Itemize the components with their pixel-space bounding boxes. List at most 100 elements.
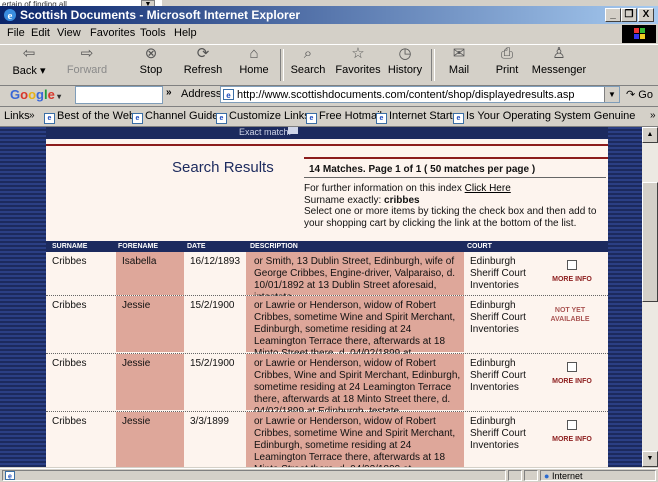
google-search-input[interactable] bbox=[75, 86, 163, 104]
vertical-scrollbar[interactable]: ▲ ▼ bbox=[642, 127, 658, 467]
back-button[interactable]: ⇦ Back ▾ bbox=[6, 45, 52, 78]
matches-summary: 14 Matches. Page 1 of 1 ( 50 matches per… bbox=[309, 164, 536, 175]
page-icon: e bbox=[44, 113, 55, 124]
link-customize-links[interactable]: e Customize Links bbox=[216, 110, 310, 124]
cell-surname: Cribbes bbox=[52, 358, 87, 369]
exact-match-checkbox[interactable] bbox=[288, 127, 298, 134]
google-more-chevron[interactable]: » bbox=[166, 87, 172, 98]
home-button[interactable]: ⌂ Home bbox=[231, 45, 277, 77]
minimize-button[interactable]: _ bbox=[605, 8, 621, 22]
select-checkbox[interactable] bbox=[567, 362, 577, 372]
menu-help[interactable]: Help bbox=[174, 27, 197, 39]
instructions: Select one or more items by ticking the … bbox=[304, 206, 597, 229]
link-os-genuine[interactable]: e Is Your Operating System Genuine bbox=[453, 110, 635, 124]
menu-tools[interactable]: Tools bbox=[140, 27, 166, 39]
page-icon: e bbox=[5, 471, 15, 480]
links-label: Links bbox=[4, 110, 30, 122]
messenger-button[interactable]: ♙ Messenger bbox=[530, 46, 588, 77]
back-arrow-icon: ⇦ bbox=[22, 45, 36, 62]
favorites-button[interactable]: ☆ Favorites bbox=[333, 46, 383, 77]
table-row: Cribbes Jessie 3/3/1899 or Lawrie or Hen… bbox=[46, 412, 608, 467]
select-checkbox[interactable] bbox=[567, 420, 577, 430]
status-text-pane: e bbox=[2, 470, 506, 481]
right-stripe-decoration bbox=[608, 127, 642, 467]
toolbar-separator bbox=[431, 49, 435, 81]
print-icon: ⎙ bbox=[500, 45, 513, 62]
menu-favorites[interactable]: Favorites bbox=[90, 27, 135, 39]
page-title: Search Results bbox=[172, 159, 274, 176]
link-best-of-web[interactable]: e Best of the Web bbox=[44, 110, 135, 124]
page-viewport: Exact match: Search Results 14 Matches. … bbox=[0, 127, 658, 467]
scroll-down-icon[interactable]: ▼ bbox=[642, 451, 658, 467]
page-icon: e bbox=[132, 113, 143, 124]
menu-file[interactable]: File bbox=[7, 27, 25, 39]
links-chevron[interactable]: » bbox=[29, 110, 35, 121]
table-row: Cribbes Isabella 16/12/1893 or Smith, 13… bbox=[46, 252, 608, 303]
search-icon: ⌕ bbox=[303, 45, 313, 62]
go-button[interactable]: ↷ Go bbox=[626, 88, 653, 101]
google-logo[interactable]: Google ▾ bbox=[10, 87, 61, 102]
column-date: DATE bbox=[187, 243, 206, 250]
mail-button[interactable]: ✉ Mail bbox=[436, 46, 482, 77]
cell-description: or Lawrie or Henderson, widow of Robert … bbox=[246, 296, 464, 371]
page-icon: e bbox=[453, 113, 464, 124]
not-yet-available-label: NOT YET AVAILABLE bbox=[550, 307, 590, 323]
cell-surname: Cribbes bbox=[52, 416, 87, 427]
svg-text:e: e bbox=[8, 474, 12, 481]
more-info-link[interactable]: MORE INFO bbox=[552, 276, 592, 283]
select-checkbox[interactable] bbox=[567, 260, 577, 270]
cell-date: 16/12/1893 bbox=[190, 256, 241, 267]
click-here-link[interactable]: Click Here bbox=[465, 183, 511, 194]
refresh-icon: ⟳ bbox=[196, 45, 210, 62]
column-forename: FORENAME bbox=[118, 243, 159, 250]
stop-button[interactable]: ⊗ Stop bbox=[128, 45, 174, 77]
surname-value: cribbes bbox=[384, 194, 420, 206]
page-icon: e bbox=[216, 113, 227, 124]
history-button[interactable]: ◷ History bbox=[382, 46, 428, 77]
forward-button[interactable]: ⇨ Forward bbox=[64, 46, 110, 77]
menu-edit[interactable]: Edit bbox=[31, 27, 50, 39]
links-more-chevron[interactable]: » bbox=[650, 110, 656, 121]
divider bbox=[46, 144, 608, 146]
link-internet-start[interactable]: e Internet Start bbox=[376, 110, 453, 124]
home-icon: ⌂ bbox=[249, 45, 259, 62]
link-free-hotmail[interactable]: e Free Hotmail bbox=[306, 110, 382, 124]
refresh-button[interactable]: ⟳ Refresh bbox=[180, 45, 226, 77]
windows-logo-icon bbox=[622, 25, 656, 43]
scroll-thumb[interactable] bbox=[642, 182, 658, 302]
cell-forename: Jessie bbox=[116, 354, 184, 410]
links-bar: Links » e Best of the Web e Channel Guide … bbox=[0, 106, 658, 127]
cell-forename: Jessie bbox=[116, 296, 184, 352]
menu-view[interactable]: View bbox=[57, 27, 81, 39]
stop-icon: ⊗ bbox=[144, 45, 158, 62]
page-icon: e bbox=[376, 113, 387, 124]
menu-bar: File Edit View Favorites Tools Help bbox=[0, 25, 658, 43]
svg-text:e: e bbox=[8, 10, 13, 22]
cell-forename: Jessie bbox=[116, 412, 184, 467]
cell-date: 15/2/1900 bbox=[190, 358, 235, 369]
scroll-up-icon[interactable]: ▲ bbox=[642, 127, 658, 143]
print-button[interactable]: ⎙ Print bbox=[484, 45, 530, 77]
cell-description: or Smith, 13 Dublin Street, Edinburgh, w… bbox=[246, 252, 464, 303]
search-button[interactable]: ⌕ Search bbox=[285, 45, 331, 77]
zone-indicator: ● Internet bbox=[544, 471, 583, 481]
top-search-strip: Exact match: bbox=[46, 127, 608, 139]
restore-button[interactable]: ❐ bbox=[621, 8, 637, 22]
divider bbox=[304, 157, 608, 159]
address-bar[interactable]: e http://www.scottishdocuments.com/conte… bbox=[220, 86, 620, 103]
cell-date: 15/2/1900 bbox=[190, 300, 235, 311]
cell-surname: Cribbes bbox=[52, 256, 87, 267]
cell-action: MORE INFO bbox=[532, 252, 608, 295]
cell-description: or Lawrie or Henderson, widow of Robert … bbox=[246, 354, 464, 417]
address-dropdown-icon[interactable]: ▼ bbox=[604, 87, 619, 102]
more-info-link[interactable]: MORE INFO bbox=[552, 378, 592, 385]
browser-window: e Scottish Documents - Microsoft Interne… bbox=[0, 6, 658, 482]
more-info-link[interactable]: MORE INFO bbox=[552, 436, 592, 443]
cell-court: Edinburgh Sheriff Court Inventories bbox=[470, 416, 526, 451]
go-arrow-icon: ↷ bbox=[626, 89, 636, 101]
link-channel-guide[interactable]: e Channel Guide bbox=[132, 110, 218, 124]
divider bbox=[304, 177, 606, 178]
cell-surname: Cribbes bbox=[52, 300, 87, 311]
status-bar: e ● Internet bbox=[0, 468, 658, 482]
close-button[interactable]: X bbox=[638, 8, 654, 22]
